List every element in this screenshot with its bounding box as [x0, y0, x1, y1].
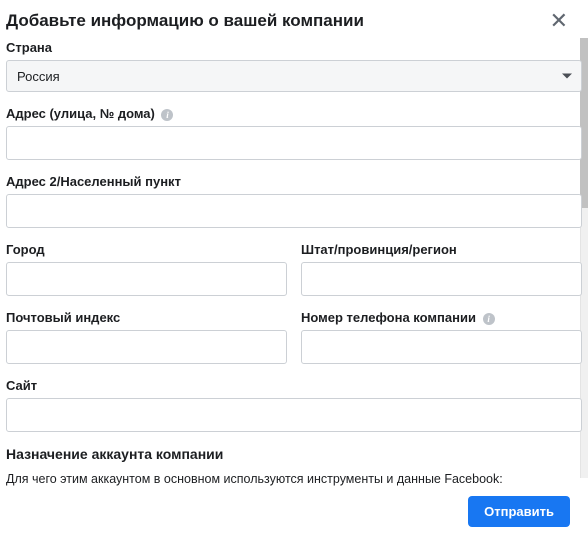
- modal-footer: Отправить: [0, 487, 588, 536]
- purpose-heading: Назначение аккаунта компании: [6, 446, 582, 462]
- state-input[interactable]: [301, 262, 582, 296]
- phone-label: Номер телефона компании i: [301, 310, 582, 325]
- website-input[interactable]: [6, 398, 582, 432]
- field-address1: Адрес (улица, № дома) i: [6, 106, 582, 160]
- submit-button[interactable]: Отправить: [468, 496, 570, 527]
- country-select[interactable]: Россия: [6, 60, 582, 92]
- address2-label: Адрес 2/Населенный пункт: [6, 174, 582, 189]
- phone-label-text: Номер телефона компании: [301, 310, 476, 325]
- info-icon[interactable]: i: [483, 313, 495, 325]
- close-icon: ✕: [550, 8, 568, 33]
- city-input[interactable]: [6, 262, 287, 296]
- modal-title: Добавьте информацию о вашей компании: [6, 11, 364, 31]
- field-city: Город: [6, 242, 287, 296]
- state-label: Штат/провинция/регион: [301, 242, 582, 257]
- country-label: Страна: [6, 40, 582, 55]
- website-label: Сайт: [6, 378, 582, 393]
- close-button[interactable]: ✕: [546, 10, 572, 32]
- phone-input[interactable]: [301, 330, 582, 364]
- postal-label: Почтовый индекс: [6, 310, 287, 325]
- address1-label: Адрес (улица, № дома) i: [6, 106, 582, 121]
- country-select-wrap: Россия: [6, 60, 582, 92]
- modal-body: Страна Россия Адрес (улица, № дома) i Ад…: [0, 40, 588, 488]
- field-postal: Почтовый индекс: [6, 310, 287, 364]
- info-icon[interactable]: i: [161, 109, 173, 121]
- address2-input[interactable]: [6, 194, 582, 228]
- postal-input[interactable]: [6, 330, 287, 364]
- field-phone: Номер телефона компании i: [301, 310, 582, 364]
- field-state: Штат/провинция/регион: [301, 242, 582, 296]
- city-label: Город: [6, 242, 287, 257]
- field-address2: Адрес 2/Населенный пункт: [6, 174, 582, 228]
- purpose-helper: Для чего этим аккаунтом в основном испол…: [6, 472, 582, 486]
- modal-header: Добавьте информацию о вашей компании ✕: [0, 0, 588, 40]
- address1-label-text: Адрес (улица, № дома): [6, 106, 155, 121]
- field-country: Страна Россия: [6, 40, 582, 92]
- address1-input[interactable]: [6, 126, 582, 160]
- field-website: Сайт: [6, 378, 582, 432]
